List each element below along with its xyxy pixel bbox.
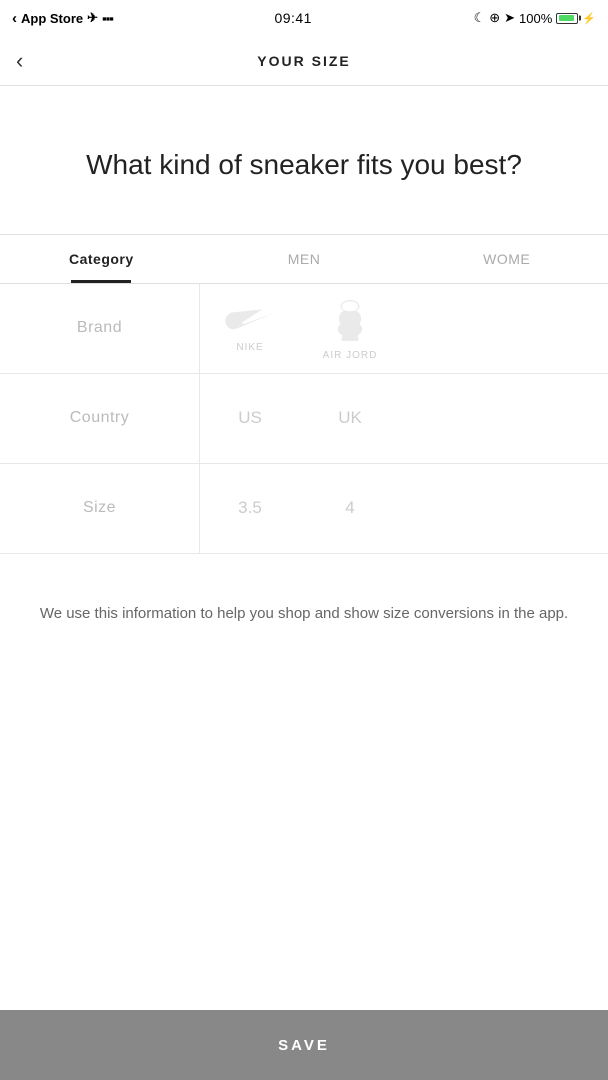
nike-label: NIKE — [236, 342, 263, 353]
tab-category[interactable]: Category — [0, 235, 203, 283]
charging-icon: ⚡ — [582, 12, 596, 25]
tab-men[interactable]: MEN — [203, 235, 406, 283]
size-picker-row: Size 3.5 4 — [0, 464, 608, 554]
brand-airjordan-item[interactable]: AIR JORD — [300, 284, 400, 373]
brand-label: Brand — [0, 284, 200, 373]
tabs-container: Category MEN WOME — [0, 235, 608, 283]
size-3-5-item[interactable]: 3.5 — [200, 486, 300, 530]
hero-section: What kind of sneaker fits you best? — [0, 86, 608, 234]
tab-women[interactable]: WOME — [405, 235, 608, 283]
battery-percent: 100% — [519, 11, 552, 26]
size-picker-scroll[interactable]: 3.5 4 — [200, 464, 608, 553]
uk-value: UK — [338, 408, 362, 428]
size-4-value: 4 — [345, 498, 354, 518]
direction-icon: ➤ — [504, 10, 515, 26]
location-icon: ⊕ — [489, 10, 500, 26]
info-text: We use this information to help you shop… — [32, 602, 576, 626]
jordan-jumpman-icon — [332, 296, 368, 344]
app-store-label: App Store — [21, 11, 83, 26]
us-value: US — [238, 408, 262, 428]
country-label: Country — [0, 374, 200, 463]
save-button[interactable]: SAVE — [0, 1010, 608, 1080]
airjordan-label: AIR JORD — [323, 350, 378, 361]
status-bar: ‹ App Store ✈ ▪▪▪ 09:41 ☾ ⊕ ➤ 100% ⚡ — [0, 0, 608, 36]
nike-swoosh-icon — [225, 304, 275, 336]
country-picker-scroll[interactable]: US UK — [200, 374, 608, 463]
brand-picker-scroll[interactable]: NIKE AIR JORD — [200, 284, 608, 373]
size-3-5-value: 3.5 — [238, 498, 262, 518]
country-uk-item[interactable]: UK — [300, 396, 400, 440]
nav-header: ‹ YOUR SIZE — [0, 36, 608, 86]
back-button[interactable]: ‹ — [16, 48, 23, 74]
save-button-container: SAVE — [0, 1010, 608, 1080]
battery-icon — [556, 13, 578, 24]
airplane-icon: ✈ — [87, 10, 98, 26]
brand-picker-row: Brand NIKE AIR JORD — [0, 284, 608, 374]
info-section: We use this information to help you shop… — [0, 554, 608, 650]
picker-section: Brand NIKE AIR JORD — [0, 284, 608, 554]
hero-question: What kind of sneaker fits you best? — [20, 146, 588, 184]
size-4-item[interactable]: 4 — [300, 486, 400, 530]
status-right: ☾ ⊕ ➤ 100% ⚡ — [474, 10, 596, 26]
brand-nike-item[interactable]: NIKE — [200, 292, 300, 365]
moon-icon: ☾ — [474, 10, 486, 26]
back-arrow-status: ‹ — [12, 10, 17, 27]
page-title: YOUR SIZE — [257, 53, 350, 69]
status-time: 09:41 — [274, 10, 312, 26]
country-picker-row: Country US UK — [0, 374, 608, 464]
country-us-item[interactable]: US — [200, 396, 300, 440]
size-label: Size — [0, 464, 200, 553]
signal-icon: ▪▪▪ — [102, 11, 113, 26]
status-left: ‹ App Store ✈ ▪▪▪ — [12, 10, 113, 27]
